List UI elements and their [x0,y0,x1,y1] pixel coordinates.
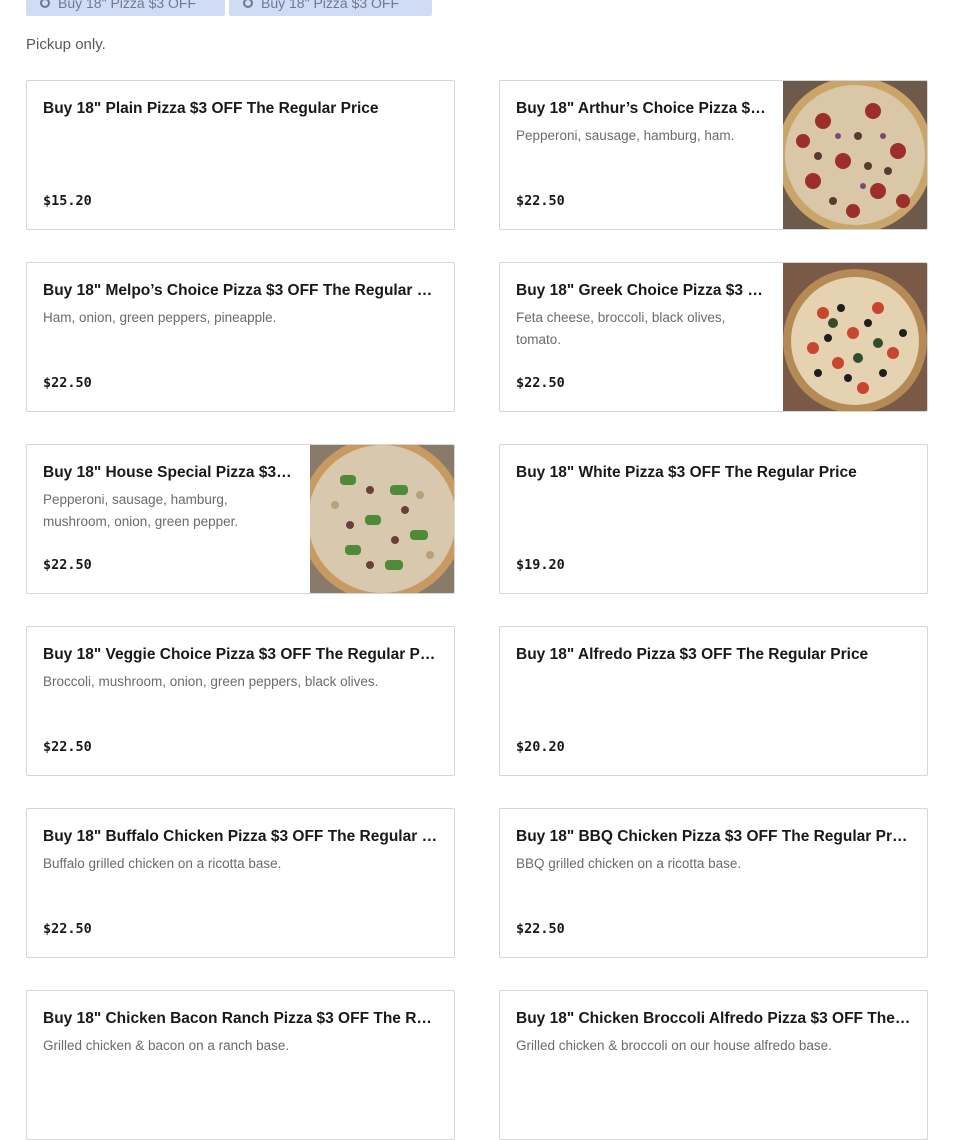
menu-item-card[interactable]: Buy 18" BBQ Chicken Pizza $3 OFF The Reg… [499,808,928,958]
menu-item-price: $20.20 [516,739,565,755]
menu-item-price: $15.20 [43,193,92,209]
menu-item-text: Buy 18" Buffalo Chicken Pizza $3 OFF The… [43,827,438,957]
menu-item-price: $19.20 [516,557,565,573]
menu-item-text: Buy 18" Melpo’s Choice Pizza $3 OFF The … [43,281,438,411]
menu-item-text: Buy 18" Veggie Choice Pizza $3 OFF The R… [43,645,438,775]
menu-item-price: $22.50 [516,193,565,209]
menu-item-price: $22.50 [43,557,92,573]
menu-item-text: Buy 18" Chicken Broccoli Alfredo Pizza $… [516,1009,911,1139]
menu-item-description: Grilled chicken & bacon on a ranch base. [43,1038,290,1053]
filter-chip-label: Buy 18" Pizza $3 OFF [58,0,197,11]
menu-item-description: Broccoli, mushroom, onion, green peppers… [43,674,379,689]
menu-item-name: Buy 18" House Special Pizza $3 OFF The R… [43,464,294,481]
menu-item-card[interactable]: Buy 18" Melpo’s Choice Pizza $3 OFF The … [26,262,455,412]
pizza-photo [783,81,927,229]
menu-item-price: $22.50 [516,375,565,391]
radio-icon [243,0,253,8]
filter-chip[interactable]: Buy 18" Pizza $3 OFF [26,0,225,16]
filter-chips: Buy 18" Pizza $3 OFF Buy 18" Pizza $3 OF… [26,0,432,16]
menu-item-name: Buy 18" Buffalo Chicken Pizza $3 OFF The… [43,828,438,845]
menu-item-price: $22.50 [43,921,92,937]
menu-item-text: Buy 18" Alfredo Pizza $3 OFF The Regular… [516,645,911,775]
menu-item-name: Buy 18" Chicken Broccoli Alfredo Pizza $… [516,1010,911,1027]
menu-item-card[interactable]: Buy 18" Buffalo Chicken Pizza $3 OFF The… [26,808,455,958]
radio-icon [40,0,50,8]
menu-item-name: Buy 18" White Pizza $3 OFF The Regular P… [516,464,857,481]
menu-item-card[interactable]: Buy 18" Chicken Bacon Ranch Pizza $3 OFF… [26,990,455,1140]
filter-chip-label: Buy 18" Pizza $3 OFF [261,0,400,11]
menu-item-card[interactable]: Buy 18" Plain Pizza $3 OFF The Regular P… [26,80,455,230]
menu-item-name: Buy 18" Plain Pizza $3 OFF The Regular P… [43,100,379,117]
pickup-note: Pickup only. [26,36,106,53]
filter-chip[interactable]: Buy 18" Pizza $3 OFF [229,0,432,16]
menu-item-name: Buy 18" Greek Choice Pizza $3 OFF The Re… [516,282,767,299]
menu-item-name: Buy 18" Alfredo Pizza $3 OFF The Regular… [516,646,869,663]
pizza-photo [310,445,454,593]
menu-item-name: Buy 18" BBQ Chicken Pizza $3 OFF The Reg… [516,828,911,845]
menu-item-name: Buy 18" Melpo’s Choice Pizza $3 OFF The … [43,282,438,299]
menu-item-description: Pepperoni, sausage, hamburg, ham. [516,128,735,143]
menu-item-price: $22.50 [516,921,565,937]
menu-item-card[interactable]: Buy 18" Chicken Broccoli Alfredo Pizza $… [499,990,928,1140]
menu-item-card[interactable]: Buy 18" White Pizza $3 OFF The Regular P… [499,444,928,594]
menu-item-price: $22.50 [43,375,92,391]
menu-item-text: Buy 18" BBQ Chicken Pizza $3 OFF The Reg… [516,827,911,957]
menu-item-description: Grilled chicken & broccoli on our house … [516,1038,832,1053]
menu-item-text: Buy 18" Chicken Bacon Ranch Pizza $3 OFF… [43,1009,438,1139]
menu-item-card[interactable]: Buy 18" Arthur’s Choice Pizza $3 OFF The… [499,80,928,230]
menu-item-text: Buy 18" House Special Pizza $3 OFF The R… [43,463,294,593]
menu-item-card[interactable]: Buy 18" House Special Pizza $3 OFF The R… [26,444,455,594]
menu-item-price: $22.50 [43,739,92,755]
menu-item-description: Buffalo grilled chicken on a ricotta bas… [43,856,282,871]
menu-item-card[interactable]: Buy 18" Alfredo Pizza $3 OFF The Regular… [499,626,928,776]
menu-grid: Buy 18" Plain Pizza $3 OFF The Regular P… [26,80,928,1140]
menu-item-description: BBQ grilled chicken on a ricotta base. [516,856,742,871]
menu-item-text: Buy 18" Greek Choice Pizza $3 OFF The Re… [516,281,767,411]
menu-item-name: Buy 18" Chicken Bacon Ranch Pizza $3 OFF… [43,1010,438,1027]
menu-item-text: Buy 18" White Pizza $3 OFF The Regular P… [516,463,911,593]
menu-item-text: Buy 18" Plain Pizza $3 OFF The Regular P… [43,99,438,229]
menu-item-name: Buy 18" Veggie Choice Pizza $3 OFF The R… [43,646,438,663]
menu-item-card[interactable]: Buy 18" Greek Choice Pizza $3 OFF The Re… [499,262,928,412]
menu-item-name: Buy 18" Arthur’s Choice Pizza $3 OFF The… [516,100,767,117]
menu-item-text: Buy 18" Arthur’s Choice Pizza $3 OFF The… [516,99,767,229]
menu-item-card[interactable]: Buy 18" Veggie Choice Pizza $3 OFF The R… [26,626,455,776]
menu-item-description: Feta cheese, broccoli, black olives, tom… [516,310,726,347]
menu-item-description: Ham, onion, green peppers, pineapple. [43,310,277,325]
menu-item-description: Pepperoni, sausage, hamburg, mushroom, o… [43,492,239,529]
pizza-photo [783,263,927,411]
